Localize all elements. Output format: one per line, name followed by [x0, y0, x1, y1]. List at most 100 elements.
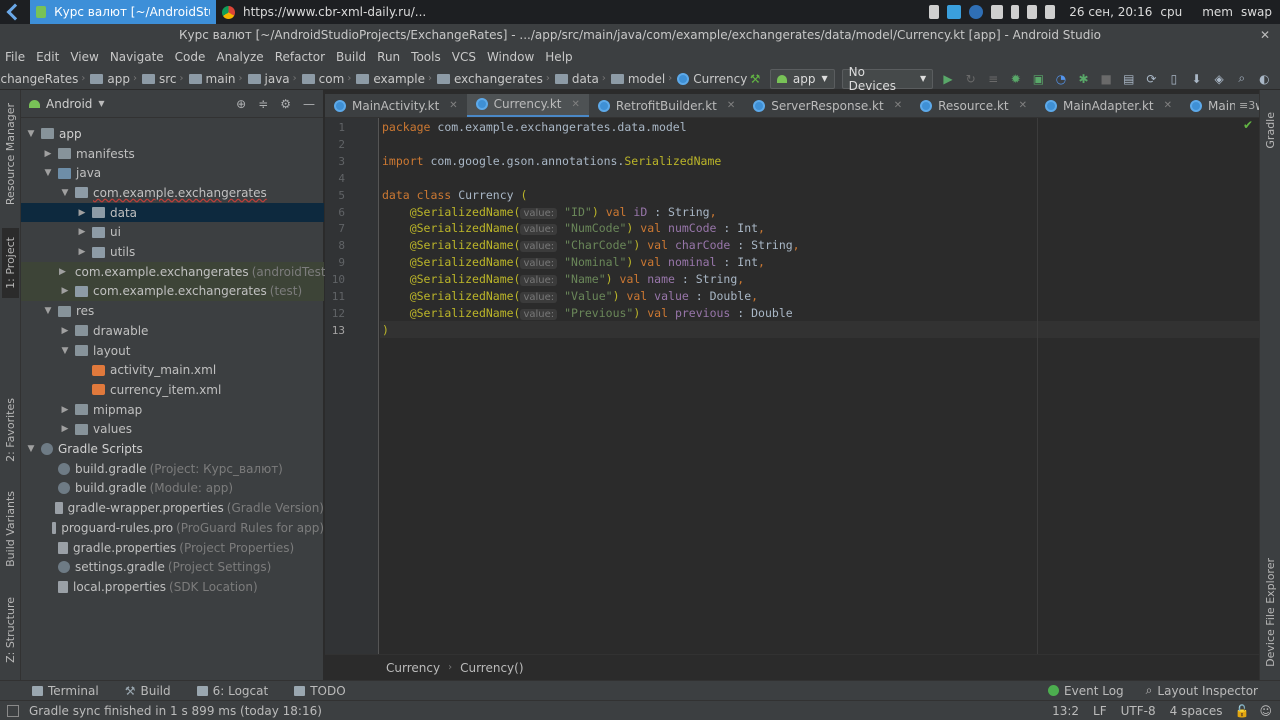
avd-manager-icon[interactable]: ▯	[1166, 71, 1182, 87]
indent-setting[interactable]: 4 spaces	[1170, 704, 1223, 718]
chevron-down-icon[interactable]: ▼	[59, 346, 71, 356]
tree-item[interactable]: ▶ utils	[21, 242, 324, 262]
editor-tab[interactable]: ServerResponse.kt ✕	[744, 94, 911, 117]
close-icon[interactable]: ✕	[894, 100, 902, 111]
chevron-down-icon[interactable]: ▼	[42, 168, 54, 178]
tree-item[interactable]: ▶ manifests	[21, 144, 324, 164]
collapse-all-icon[interactable]: ≑	[258, 97, 268, 111]
chevron-right-icon[interactable]: ▶	[59, 326, 71, 336]
profile-icon[interactable]: ◔	[1053, 71, 1069, 87]
locate-icon[interactable]: ⊕	[236, 97, 246, 111]
close-icon[interactable]: ✕	[572, 99, 580, 110]
menu-refactor[interactable]: Refactor	[275, 50, 325, 64]
tree-item[interactable]: ▶ drawable	[21, 321, 324, 341]
menu-tools[interactable]: Tools	[411, 50, 441, 64]
chevron-right-icon[interactable]: ▶	[76, 208, 88, 218]
tree-item[interactable]: ▶ com.example.exchangerates (test)	[21, 281, 324, 302]
battery-icon[interactable]	[1011, 5, 1020, 19]
search-icon[interactable]: ⌕	[1234, 71, 1250, 87]
tree-item[interactable]: gradle-wrapper.properties (Gradle Version…	[21, 498, 324, 518]
menu-analyze[interactable]: Analyze	[216, 50, 263, 64]
event-log-tab[interactable]: Event Log	[1048, 684, 1124, 698]
menu-help[interactable]: Help	[545, 50, 572, 64]
crumb-app[interactable]: app	[90, 72, 130, 86]
menu-edit[interactable]: Edit	[36, 50, 59, 64]
crumb-java[interactable]: java	[247, 72, 290, 86]
close-icon[interactable]: ✕	[449, 100, 457, 111]
tab-resource-manager[interactable]: Resource Manager	[2, 98, 19, 210]
crumb-data[interactable]: data	[554, 72, 599, 86]
editor-crumb-class[interactable]: Currency	[386, 661, 440, 675]
crumb-example[interactable]: example	[356, 72, 425, 86]
assistant-icon[interactable]: ◐	[1257, 71, 1273, 87]
clock[interactable]: 26 сен, 20:16	[1069, 5, 1152, 19]
tree-item[interactable]: build.gradle (Module: app)	[21, 479, 324, 499]
tree-item[interactable]: ▶ ui	[21, 223, 324, 243]
status-message[interactable]: Gradle sync finished in 1 s 899 ms (toda…	[29, 704, 322, 718]
line-separator[interactable]: LF	[1093, 704, 1107, 718]
crumb-currency[interactable]: Currency	[677, 72, 747, 86]
apply-changes-icon[interactable]: ≡	[985, 71, 1001, 87]
editor-tab[interactable]: MainActivity.kt ✕	[325, 94, 467, 117]
logcat-tab[interactable]: 6: Logcat	[196, 684, 268, 698]
lock-icon[interactable]: 🔓	[1235, 704, 1250, 718]
chevron-down-icon[interactable]: ▼	[59, 188, 71, 198]
crumb-model[interactable]: model	[610, 72, 665, 86]
menu-view[interactable]: View	[70, 50, 98, 64]
tab-build-variants[interactable]: Build Variants	[2, 484, 19, 574]
todo-tab[interactable]: TODO	[294, 684, 346, 698]
coverage-icon[interactable]: ▣	[1031, 71, 1047, 87]
bell-icon[interactable]	[929, 5, 940, 19]
taskbar-android-studio[interactable]: Курс валют [~/AndroidStudi...	[30, 0, 216, 24]
layout-inspector-tab[interactable]: ⌕ Layout Inspector	[1146, 683, 1258, 698]
sdk-manager-icon[interactable]: ⬇	[1189, 71, 1205, 87]
chevron-right-icon[interactable]: ▶	[59, 424, 71, 434]
menu-file[interactable]: File	[5, 50, 25, 64]
tree-item[interactable]: local.properties (SDK Location)	[21, 577, 324, 597]
chevron-down-icon[interactable]: ▼	[98, 99, 104, 108]
crumb-exchangerates[interactable]: exchangerates	[436, 72, 543, 86]
editor-crumb-constructor[interactable]: Currency()	[460, 661, 523, 675]
tree-item[interactable]: ▼ com.example.exchangerates	[21, 183, 324, 203]
editor-tab[interactable]: Currency.kt ✕	[466, 94, 589, 117]
gear-icon[interactable]: ⚙	[280, 97, 291, 111]
chevron-right-icon[interactable]: ▶	[42, 149, 54, 159]
layout-inspector-icon[interactable]: ◈	[1211, 71, 1227, 87]
tree-item[interactable]: settings.gradle (Project Settings)	[21, 557, 324, 577]
tab-favorites[interactable]: 2: Favorites	[2, 390, 19, 470]
menu-code[interactable]: Code	[175, 50, 206, 64]
project-view-select[interactable]: Android	[46, 97, 92, 111]
tree-item[interactable]: currency_item.xml	[21, 380, 324, 400]
tree-item[interactable]: ▶ values	[21, 420, 324, 440]
attach-debugger-icon[interactable]: ✱	[1076, 71, 1092, 87]
telegram-icon[interactable]	[947, 5, 962, 19]
close-icon[interactable]: ✕	[1260, 28, 1270, 42]
chevron-right-icon[interactable]: ▶	[59, 286, 71, 296]
tree-item[interactable]: ▶ data	[21, 202, 324, 223]
chevron-right-icon[interactable]: ▶	[76, 247, 88, 257]
bluetooth-icon[interactable]	[969, 5, 984, 19]
close-icon[interactable]: ✕	[1019, 100, 1027, 111]
status-toggle-icon[interactable]	[7, 704, 19, 717]
tab-gradle[interactable]: Gradle	[1262, 100, 1279, 160]
volume-icon[interactable]	[1045, 5, 1056, 19]
chevron-right-icon[interactable]: ▶	[76, 227, 88, 237]
network-icon[interactable]	[1027, 5, 1038, 19]
terminal-tab[interactable]: Terminal	[32, 684, 99, 698]
hammer-icon[interactable]: ⚒	[747, 71, 763, 87]
chevron-down-icon[interactable]: ▼	[25, 444, 37, 454]
tree-item[interactable]: activity_main.xml	[21, 360, 324, 380]
tree-item[interactable]: ▼ java	[21, 163, 324, 183]
code-editor[interactable]: ✔ package com.example.exchangerates.data…	[380, 118, 1259, 654]
no-problems-check-icon[interactable]: ✔	[1243, 118, 1253, 132]
file-encoding[interactable]: UTF-8	[1121, 704, 1156, 718]
menu-vcs[interactable]: VCS	[452, 50, 476, 64]
tree-item[interactable]: ▼ app	[21, 124, 324, 144]
menu-navigate[interactable]: Navigate	[110, 50, 164, 64]
debug-icon[interactable]: ✹	[1008, 71, 1024, 87]
tab-project[interactable]: 1: Project	[2, 228, 19, 298]
tree-item[interactable]: proguard-rules.pro (ProGuard Rules for ap…	[21, 518, 324, 538]
project-structure-icon[interactable]: ▤	[1121, 71, 1137, 87]
chevron-right-icon[interactable]: ▶	[59, 405, 71, 415]
tree-item[interactable]: ▼ res	[21, 301, 324, 321]
